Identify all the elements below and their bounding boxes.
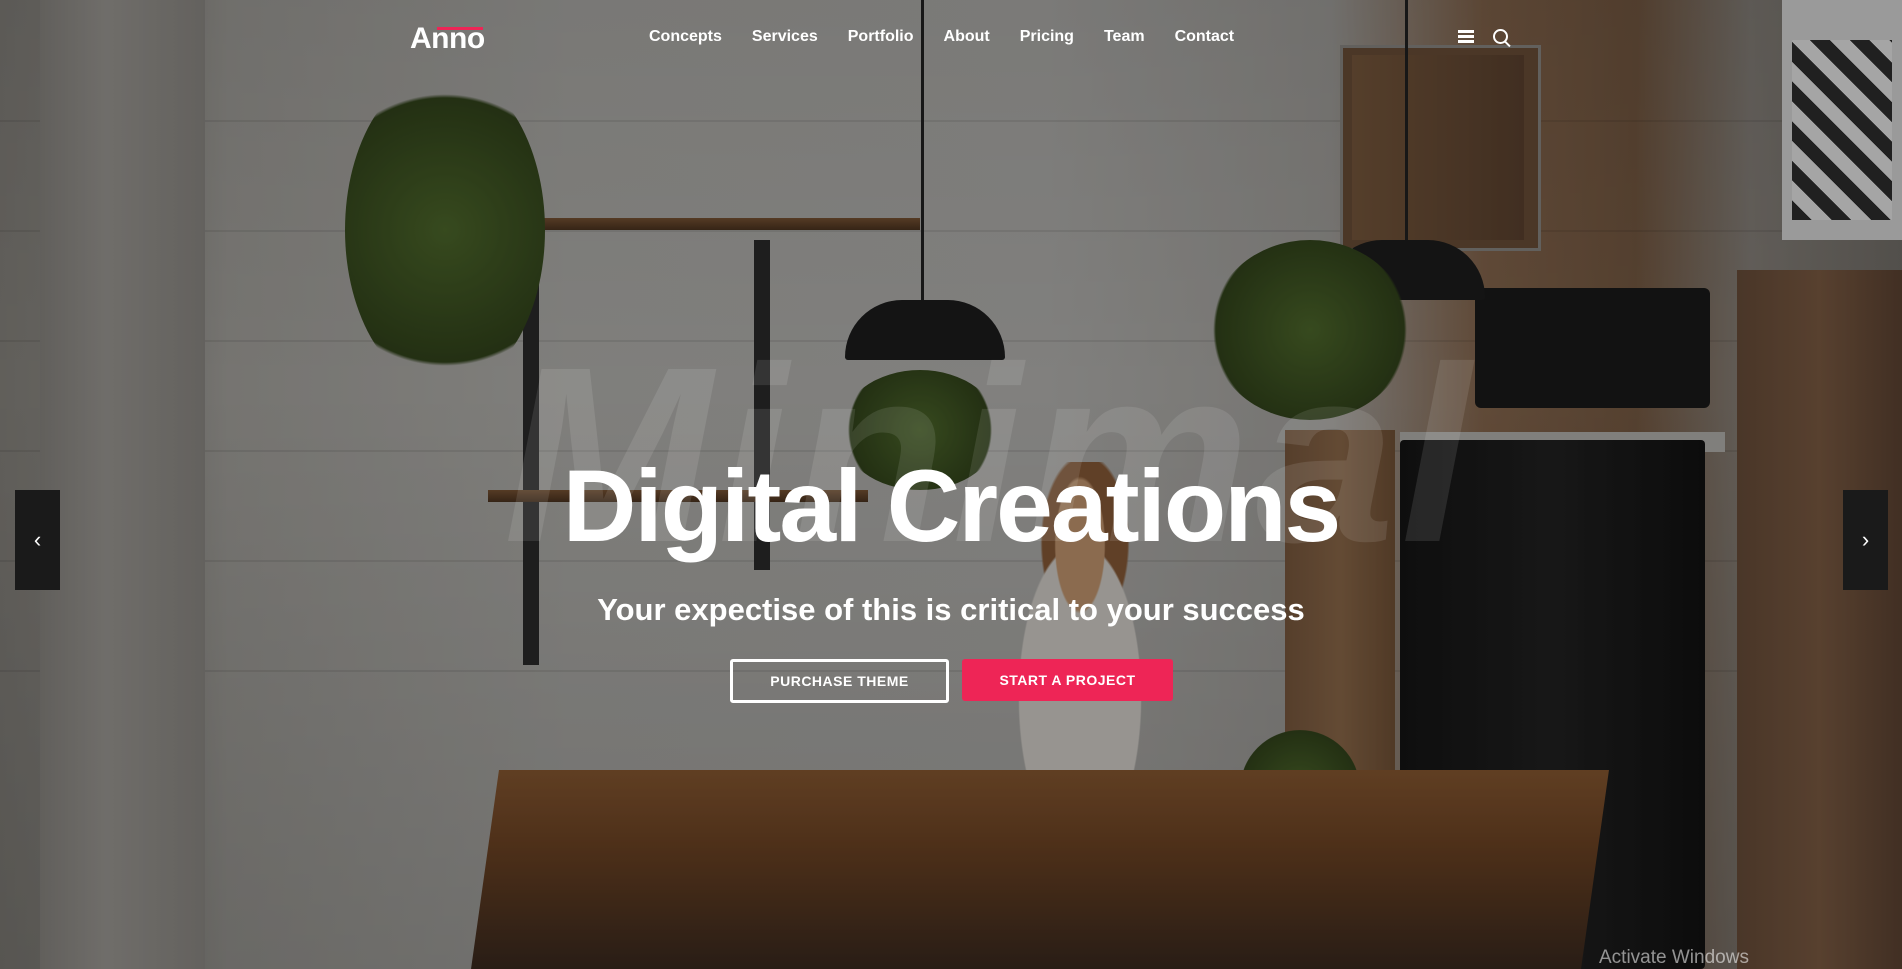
main-menu: Concepts Services Portfolio About Pricin… bbox=[649, 28, 1234, 46]
start-project-button[interactable]: START A PROJECT bbox=[962, 659, 1173, 701]
activate-windows-watermark: Activate Windows bbox=[1599, 947, 1749, 968]
chevron-right-icon: › bbox=[1861, 527, 1870, 552]
nav-link-contact[interactable]: Contact bbox=[1175, 28, 1235, 46]
hero-subtitle: Your expectise of this is critical to yo… bbox=[597, 592, 1305, 627]
slider-next-button[interactable]: › bbox=[1843, 490, 1888, 590]
slider-prev-button[interactable]: ‹ bbox=[15, 490, 60, 590]
nav-link-pricing[interactable]: Pricing bbox=[1020, 28, 1074, 46]
nav-link-about[interactable]: About bbox=[944, 28, 990, 46]
hero-title: Digital Creations bbox=[562, 449, 1341, 563]
nav-link-concepts[interactable]: Concepts bbox=[649, 28, 722, 46]
chevron-left-icon: ‹ bbox=[33, 527, 42, 552]
search-icon[interactable] bbox=[1493, 28, 1515, 50]
nav-link-portfolio[interactable]: Portfolio bbox=[848, 28, 914, 46]
site-logo[interactable]: Anno bbox=[410, 22, 485, 56]
hamburger-icon[interactable] bbox=[1458, 28, 1480, 50]
nav-link-team[interactable]: Team bbox=[1104, 28, 1145, 46]
purchase-theme-button[interactable]: PURCHASE THEME bbox=[730, 659, 949, 703]
top-navigation: Anno Concepts Services Portfolio About P… bbox=[0, 0, 1902, 78]
nav-link-services[interactable]: Services bbox=[752, 28, 818, 46]
